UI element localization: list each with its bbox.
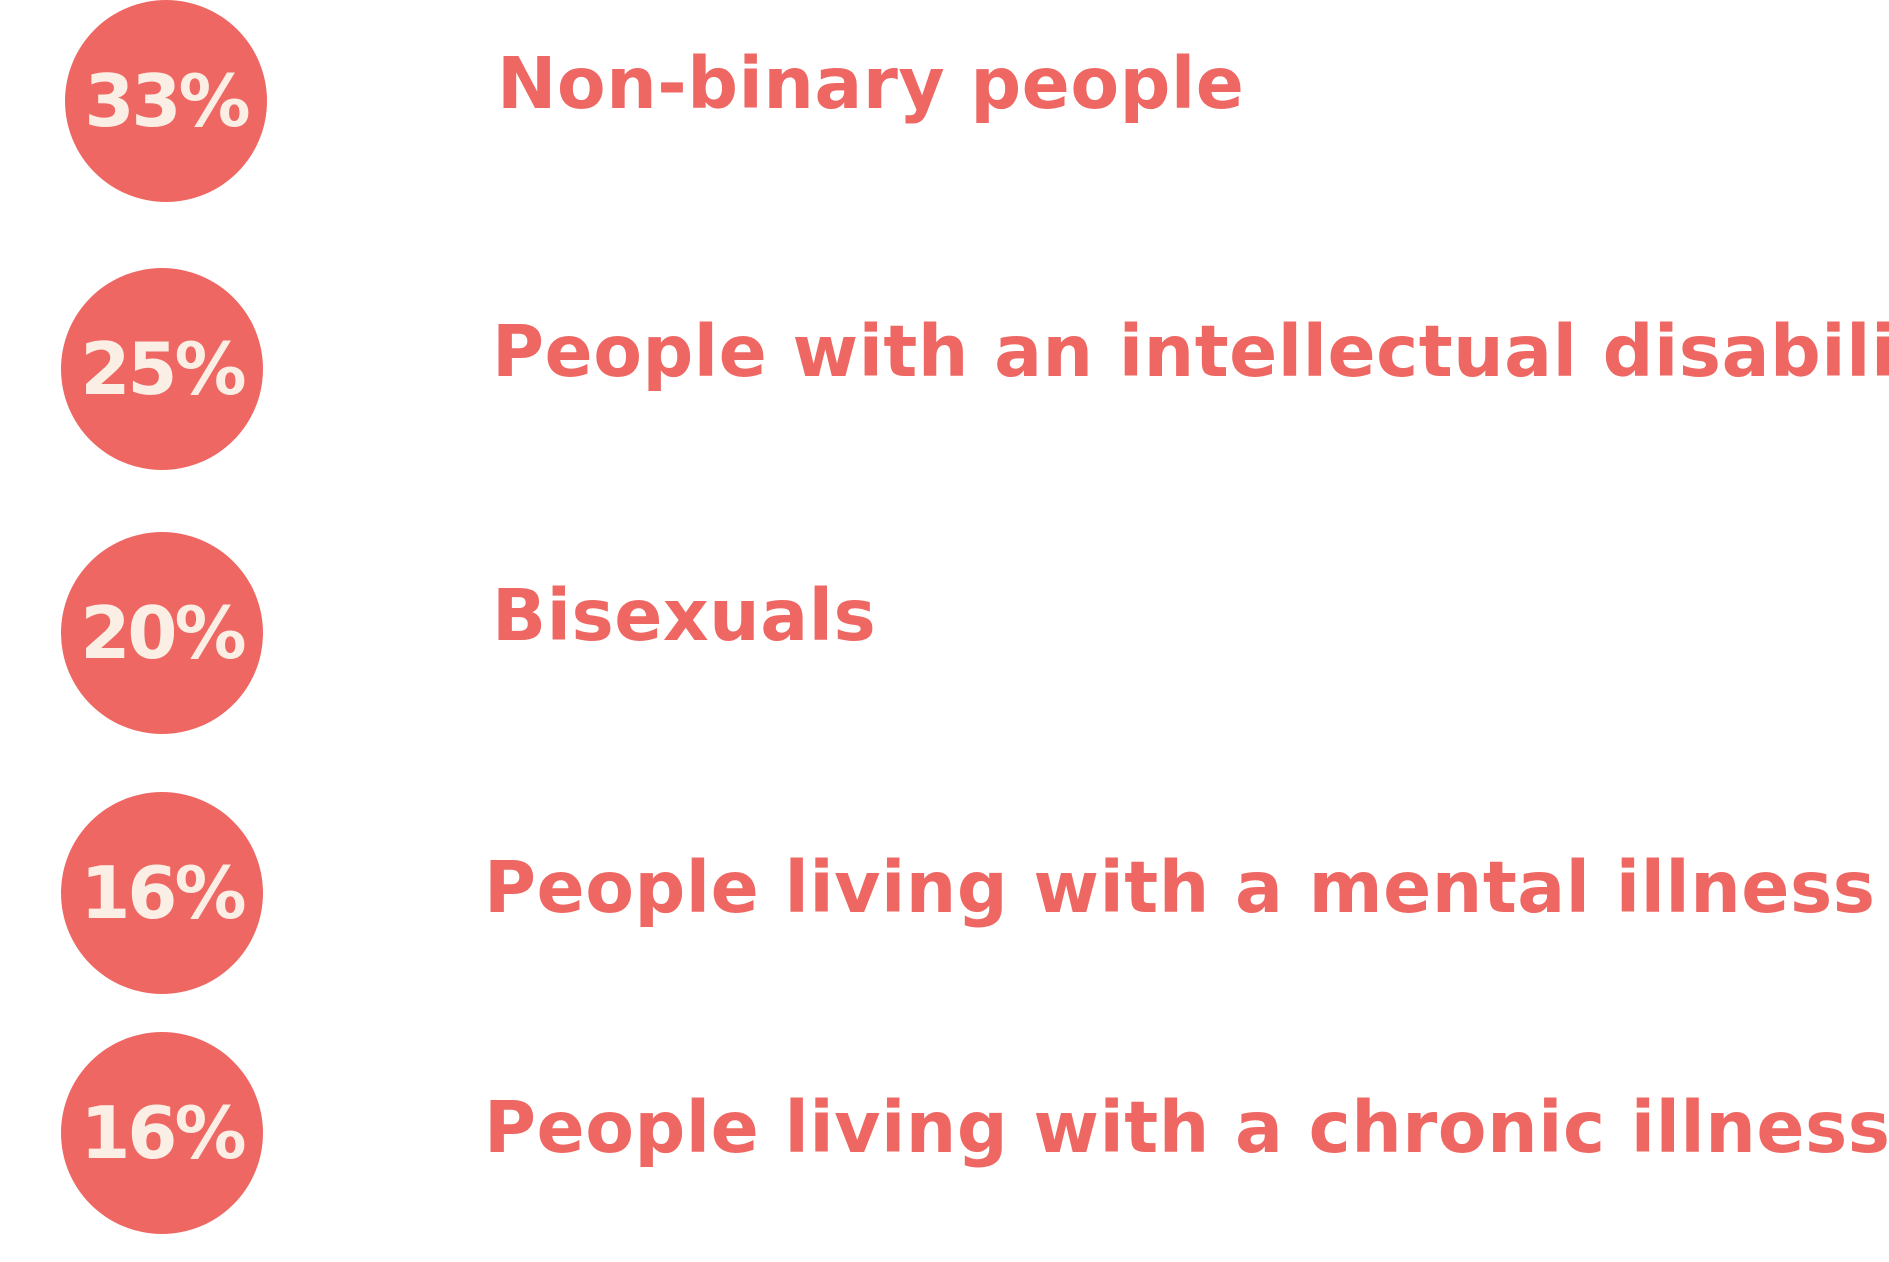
percent-circle: 16% bbox=[61, 792, 263, 994]
percent-circle: 33% bbox=[65, 0, 267, 202]
group-label: People with an intellectual disability bbox=[492, 310, 1889, 393]
percent-value: 16% bbox=[80, 851, 246, 935]
stat-row: 20% Bisexuals bbox=[0, 532, 1889, 734]
stat-row: 33% Non-binary people bbox=[0, 0, 1889, 202]
group-label: People living with a mental illness bbox=[484, 846, 1876, 929]
group-label: People living with a chronic illness bbox=[484, 1086, 1889, 1169]
stat-row: 16% People living with a mental illness bbox=[0, 792, 1889, 994]
percent-value: 33% bbox=[84, 59, 250, 143]
stat-row: 16% People living with a chronic illness bbox=[0, 1032, 1889, 1234]
percent-value: 25% bbox=[80, 327, 246, 411]
stat-row: 25% People with an intellectual disabili… bbox=[0, 268, 1889, 470]
group-label: Bisexuals bbox=[492, 574, 877, 657]
percent-value: 20% bbox=[80, 591, 246, 675]
percent-value: 16% bbox=[80, 1091, 246, 1175]
percent-circle: 25% bbox=[61, 268, 263, 470]
group-label: Non-binary people bbox=[497, 42, 1245, 125]
percent-circle: 16% bbox=[61, 1032, 263, 1234]
percent-circle: 20% bbox=[61, 532, 263, 734]
